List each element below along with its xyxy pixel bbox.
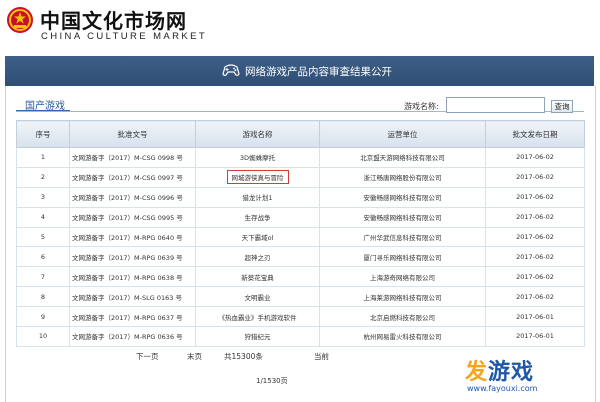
table-row[interactable]: 10 文网游备字（2017）M-RPG 0636 号狩猎纪元 杭州网易雷火科技有限公… <box>16 326 585 347</box>
table-row[interactable]: 9 文网游备字（2017）M-RPG 0637 号《热血霸业》手机游戏软件 北京启燃… <box>16 306 585 328</box>
operator-cell: 安徽畅感网络科技有限公司 <box>319 186 486 208</box>
column-header-no: 序号 <box>16 120 70 148</box>
search-label: 游戏名称: <box>404 102 439 111</box>
table-row[interactable]: 2 文网游备字（2017）M-CSG 0997 号 网城游侠真与冒险 浙江畅唐网络股份… <box>16 166 585 188</box>
gamepad-icon <box>222 64 240 76</box>
release-date-cell: 2017-06-02 <box>485 226 585 248</box>
current-page-label: 当前 <box>314 352 329 361</box>
row-number-cell: 2 <box>16 166 70 188</box>
table-row[interactable]: 1 文网游备字（2017）M-CSG 0998 号 3D蜘蛛摩托 北京盟天游网络科技有… <box>16 147 585 168</box>
approval-number-cell: 文网游备字（2017）M-RPG 0638 号 <box>69 266 196 288</box>
operator-cell: 浙江畅唐网络股份有限公司 <box>319 166 486 188</box>
banner-title: 网络游戏产品内容审查结果公开 <box>245 66 392 78</box>
approval-number-cell: 文网游备字（2017）M-RPG 0636 号 <box>69 326 196 347</box>
operator-cell: 安徽畅感网络科技有限公司 <box>319 206 486 228</box>
row-number-cell: 10 <box>16 326 70 347</box>
row-number-cell: 3 <box>16 186 70 208</box>
watermark-brand: 发游戏 <box>465 354 534 386</box>
approval-number-cell: 文网游备字（2017）M-CSG 0998 号 <box>69 147 196 168</box>
highlighted-game-name[interactable]: 网城游侠真与冒险 <box>226 170 289 185</box>
row-number-cell: 4 <box>16 206 70 228</box>
site-header: 中国文化市场网 CHINA CULTURE MARKET <box>0 0 600 56</box>
game-name-cell[interactable]: 《热血霸业》手机游戏软件 <box>195 306 320 328</box>
section-banner: 网络游戏产品内容审查结果公开 <box>5 56 594 86</box>
total-count: 共15300条 <box>224 352 263 361</box>
results-table: 序号 批准文号 游戏名称 运营单位 批文发布日期 1 文网游备字（2017）M-C… <box>16 120 585 347</box>
row-number-cell: 6 <box>16 246 70 268</box>
national-emblem-icon <box>7 7 33 33</box>
table-body: 1 文网游备字（2017）M-CSG 0998 号 3D蜘蛛摩托 北京盟天游网络科技有… <box>16 147 585 347</box>
approval-number-cell: 文网游备字（2017）M-SLG 0163 号 <box>69 286 196 308</box>
operator-cell: 上海游奇网络有限公司 <box>319 266 486 288</box>
game-name-cell[interactable]: 超神之刃 <box>195 246 320 268</box>
release-date-cell: 2017-06-02 <box>485 206 585 228</box>
search-button[interactable]: 查询 <box>551 100 573 113</box>
table-row[interactable]: 7 文网游备字（2017）M-RPG 0638 号新葵花宝典 上海游奇网络有限公司 2… <box>16 266 585 288</box>
row-number-cell: 5 <box>16 226 70 248</box>
release-date-cell: 2017-06-02 <box>485 147 585 168</box>
column-header-date: 批文发布日期 <box>485 120 585 148</box>
page-count: 1/1530页 <box>256 377 288 385</box>
release-date-cell: 2017-06-02 <box>485 186 585 208</box>
approval-number-cell: 文网游备字（2017）M-CSG 0997 号 <box>69 166 196 188</box>
operator-cell: 杭州网易雷火科技有限公司 <box>319 326 486 347</box>
site-subtitle: CHINA CULTURE MARKET <box>41 31 208 42</box>
table-row[interactable]: 6 文网游备字（2017）M-RPG 0639 号超神之刃 厦门寻乐网络科技有限公司… <box>16 246 585 268</box>
release-date-cell: 2017-06-01 <box>485 326 585 347</box>
operator-cell: 上海莱游网络科技有限公司 <box>319 286 486 308</box>
row-number-cell: 9 <box>16 306 70 328</box>
approval-number-cell: 文网游备字（2017）M-CSG 0996 号 <box>69 186 196 208</box>
table-row[interactable]: 5 文网游备字（2017）M-RPG 0640 号天下霸域ol 广州华武信息科技有限… <box>16 226 585 248</box>
table-header-row: 序号 批准文号 游戏名称 运营单位 批文发布日期 <box>16 120 585 148</box>
site-title[interactable]: 中国文化市场网 <box>40 5 187 34</box>
game-name-search-input[interactable] <box>446 97 545 113</box>
column-header-game-name: 游戏名称 <box>195 120 320 148</box>
watermark-logo: 发游戏 www.fayouxi.com <box>453 352 569 398</box>
approval-number-cell: 文网游备字（2017）M-RPG 0640 号 <box>69 226 196 248</box>
operator-cell: 北京盟天游网络科技有限公司 <box>319 147 486 168</box>
approval-number-cell: 文网游备字（2017）M-CSG 0995 号 <box>69 206 196 228</box>
release-date-cell: 2017-06-02 <box>485 286 585 308</box>
release-date-cell: 2017-06-01 <box>485 306 585 328</box>
game-name-cell[interactable]: 天下霸域ol <box>195 226 320 248</box>
operator-cell: 广州华武信息科技有限公司 <box>319 226 486 248</box>
approval-number-cell: 文网游备字（2017）M-RPG 0639 号 <box>69 246 196 268</box>
watermark-url: www.fayouxi.com <box>467 384 538 393</box>
operator-cell: 北京启燃科技有限公司 <box>319 306 486 328</box>
watermark-brand-part2: 游戏 <box>488 360 535 385</box>
game-name-cell[interactable]: 狩猎纪元 <box>195 326 320 347</box>
game-name-cell[interactable]: 新葵花宝典 <box>195 266 320 288</box>
table-row[interactable]: 8 文网游备字（2017）M-SLG 0163 号文明霸业 上海莱游网络科技有限公司… <box>16 286 585 308</box>
release-date-cell: 2017-06-02 <box>485 266 585 288</box>
column-header-approval: 批准文号 <box>69 120 196 148</box>
release-date-cell: 2017-06-02 <box>485 166 585 188</box>
next-page-link[interactable]: 下一页 <box>136 351 159 362</box>
game-name-cell[interactable]: 3D蜘蛛摩托 <box>195 147 320 168</box>
last-page-link[interactable]: 末页 <box>187 351 202 362</box>
release-date-cell: 2017-06-02 <box>485 246 585 268</box>
approval-number-cell: 文网游备字（2017）M-RPG 0637 号 <box>69 306 196 328</box>
row-number-cell: 8 <box>16 286 70 308</box>
table-row[interactable]: 3 文网游备字（2017）M-CSG 0996 号猎龙计划1 安徽畅感网络科技有限公… <box>16 186 585 208</box>
row-number-cell: 1 <box>16 147 70 168</box>
watermark-brand-part1: 发 <box>465 360 489 385</box>
table-row[interactable]: 4 文网游备字（2017）M-CSG 0995 号生存战争 安徽畅感网络科技有限公司… <box>16 206 585 228</box>
game-name-cell[interactable]: 网城游侠真与冒险 <box>195 166 320 188</box>
row-number-cell: 7 <box>16 266 70 288</box>
game-name-cell[interactable]: 猎龙计划1 <box>195 186 320 208</box>
game-name-cell[interactable]: 文明霸业 <box>195 286 320 308</box>
game-name-cell[interactable]: 生存战争 <box>195 206 320 228</box>
column-header-operator: 运营单位 <box>319 120 486 148</box>
operator-cell: 厦门寻乐网络科技有限公司 <box>319 246 486 268</box>
